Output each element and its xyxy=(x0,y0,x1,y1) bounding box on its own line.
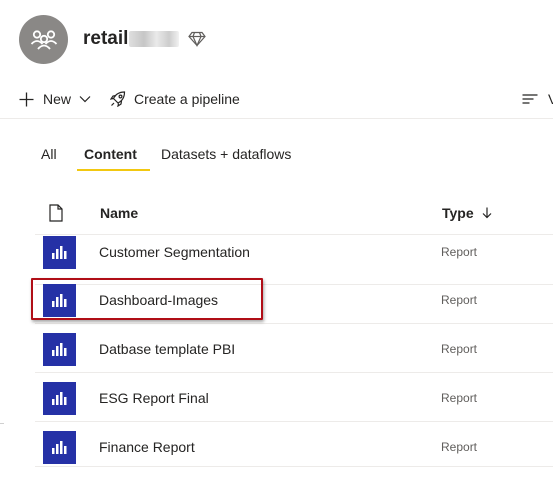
type-column-label: Type xyxy=(442,205,474,221)
table-row[interactable]: Datbase template PBI Report xyxy=(35,324,553,373)
report-icon xyxy=(43,236,76,269)
type-column-header[interactable]: Type xyxy=(442,205,492,221)
item-type: Report xyxy=(441,342,478,356)
people-group-icon xyxy=(30,29,57,50)
chevron-down-icon xyxy=(79,96,91,103)
tab-all[interactable]: All xyxy=(41,141,57,169)
sort-arrow-down-icon xyxy=(482,207,492,219)
view-button-label: V xyxy=(548,91,553,107)
redacted-name-part xyxy=(129,31,180,47)
item-type: Report xyxy=(441,440,478,454)
toolbar: New Create a pipeline V xyxy=(0,84,553,116)
item-name[interactable]: Customer Segmentation xyxy=(99,244,250,260)
header-divider xyxy=(35,234,553,235)
diamond-icon[interactable] xyxy=(188,31,206,47)
view-button[interactable]: V xyxy=(522,84,553,114)
item-name[interactable]: ESG Report Final xyxy=(99,390,209,406)
table-row[interactable]: Finance Report Report xyxy=(35,422,553,471)
report-icon xyxy=(43,333,76,366)
report-icon xyxy=(43,431,76,464)
workspace-name: retail xyxy=(83,28,180,50)
item-type: Report xyxy=(441,391,478,405)
item-type: Report xyxy=(441,293,478,307)
plus-icon xyxy=(19,92,34,106)
view-list-icon xyxy=(522,94,538,104)
tab-datasets-dataflows[interactable]: Datasets + dataflows xyxy=(161,141,291,169)
table-row[interactable]: ESG Report Final Report xyxy=(35,373,553,422)
create-pipeline-label: Create a pipeline xyxy=(134,91,240,107)
row-divider xyxy=(35,466,553,467)
item-type: Report xyxy=(441,245,478,259)
toolbar-divider xyxy=(0,118,553,119)
file-type-icon[interactable] xyxy=(49,204,63,222)
item-name[interactable]: Finance Report xyxy=(99,439,195,455)
workspace-content-page: retail New Create a pipeline V All Conte… xyxy=(0,0,553,477)
create-pipeline-button[interactable]: Create a pipeline xyxy=(110,84,240,114)
workspace-name-text: retail xyxy=(83,28,129,49)
new-button[interactable]: New xyxy=(19,84,91,114)
workspace-avatar[interactable] xyxy=(19,15,68,64)
highlight-box xyxy=(31,278,263,320)
item-name[interactable]: Datbase template PBI xyxy=(99,341,235,357)
new-button-label: New xyxy=(43,91,72,107)
name-column-header[interactable]: Name xyxy=(100,205,138,221)
left-edge-mark xyxy=(0,423,4,424)
report-icon xyxy=(43,382,76,415)
tab-content[interactable]: Content xyxy=(77,141,150,171)
rocket-icon xyxy=(110,91,126,107)
